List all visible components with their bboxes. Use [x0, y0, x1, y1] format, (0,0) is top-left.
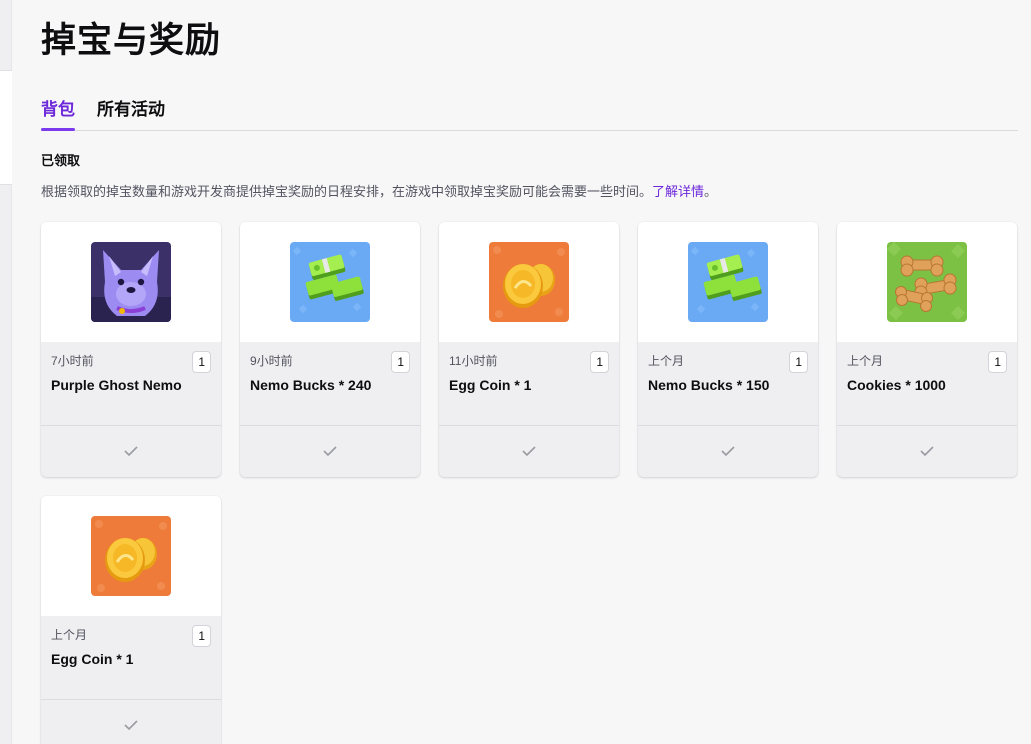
tab-inventory[interactable]: 背包 [41, 97, 75, 131]
description-text: 根据领取的掉宝数量和游戏开发商提供掉宝奖励的日程安排，在游戏中领取掉宝奖励可能会… [41, 184, 653, 199]
tab-bar: 背包 所有活动 [41, 97, 1018, 131]
reward-name: Nemo Bucks * 150 [648, 377, 770, 393]
quantity-badge: 1 [590, 351, 609, 373]
description-end: 。 [704, 184, 718, 199]
reward-media [41, 496, 221, 616]
quantity-badge: 1 [789, 351, 808, 373]
quantity-badge: 1 [988, 351, 1007, 373]
check-icon [323, 446, 337, 456]
reward-card: 上个月 1 Nemo Bucks * 150 [638, 222, 818, 477]
nemo-bucks-icon [688, 242, 768, 322]
reward-time: 11小时前 [449, 354, 498, 368]
reward-name: Cookies * 1000 [847, 377, 946, 393]
reward-time: 上个月 [847, 354, 884, 368]
reward-status [439, 425, 619, 477]
reward-media [837, 222, 1017, 342]
quantity-badge: 1 [391, 351, 410, 373]
learn-more-link[interactable]: 了解详情 [652, 184, 704, 199]
check-icon [920, 446, 934, 456]
reward-name: Nemo Bucks * 240 [250, 377, 372, 393]
reward-status [41, 699, 221, 744]
reward-status [837, 425, 1017, 477]
quantity-badge: 1 [192, 351, 211, 373]
reward-card: 7小时前 1 Purple Ghost Nemo [41, 222, 221, 477]
reward-card: 11小时前 1 Egg Coin * 1 [439, 222, 619, 477]
reward-status [638, 425, 818, 477]
reward-card: 上个月 1 Cookies * 1000 [837, 222, 1017, 477]
tab-all-campaigns[interactable]: 所有活动 [97, 97, 165, 123]
reward-media [638, 222, 818, 342]
reward-name: Egg Coin * 1 [449, 377, 532, 393]
reward-time: 上个月 [648, 354, 685, 368]
quantity-badge: 1 [192, 625, 211, 647]
egg-coin-icon [489, 242, 569, 322]
reward-time: 7小时前 [51, 354, 94, 368]
reward-name: Purple Ghost Nemo [51, 377, 182, 393]
reward-time: 上个月 [51, 628, 88, 642]
reward-media [439, 222, 619, 342]
egg-coin-icon [91, 516, 171, 596]
reward-media [41, 222, 221, 342]
section-title: 已领取 [41, 153, 81, 168]
check-icon [522, 446, 536, 456]
cookies-icon [887, 242, 967, 322]
reward-card: 上个月 1 Egg Coin * 1 [41, 496, 221, 744]
reward-status [240, 425, 420, 477]
nemo-bucks-icon [290, 242, 370, 322]
check-icon [124, 720, 138, 730]
reward-status [41, 425, 221, 477]
purple-ghost-nemo-icon [91, 242, 171, 322]
check-icon [721, 446, 735, 456]
check-icon [124, 446, 138, 456]
reward-time: 9小时前 [250, 354, 293, 368]
left-rail [0, 0, 12, 744]
description: 根据领取的掉宝数量和游戏开发商提供掉宝奖励的日程安排，在游戏中领取掉宝奖励可能会… [41, 183, 717, 201]
left-rail-panel [0, 70, 12, 185]
reward-media [240, 222, 420, 342]
page-title: 掉宝与奖励 [41, 21, 222, 60]
reward-card: 9小时前 1 Nemo Bucks * 240 [240, 222, 420, 477]
reward-name: Egg Coin * 1 [51, 651, 134, 667]
